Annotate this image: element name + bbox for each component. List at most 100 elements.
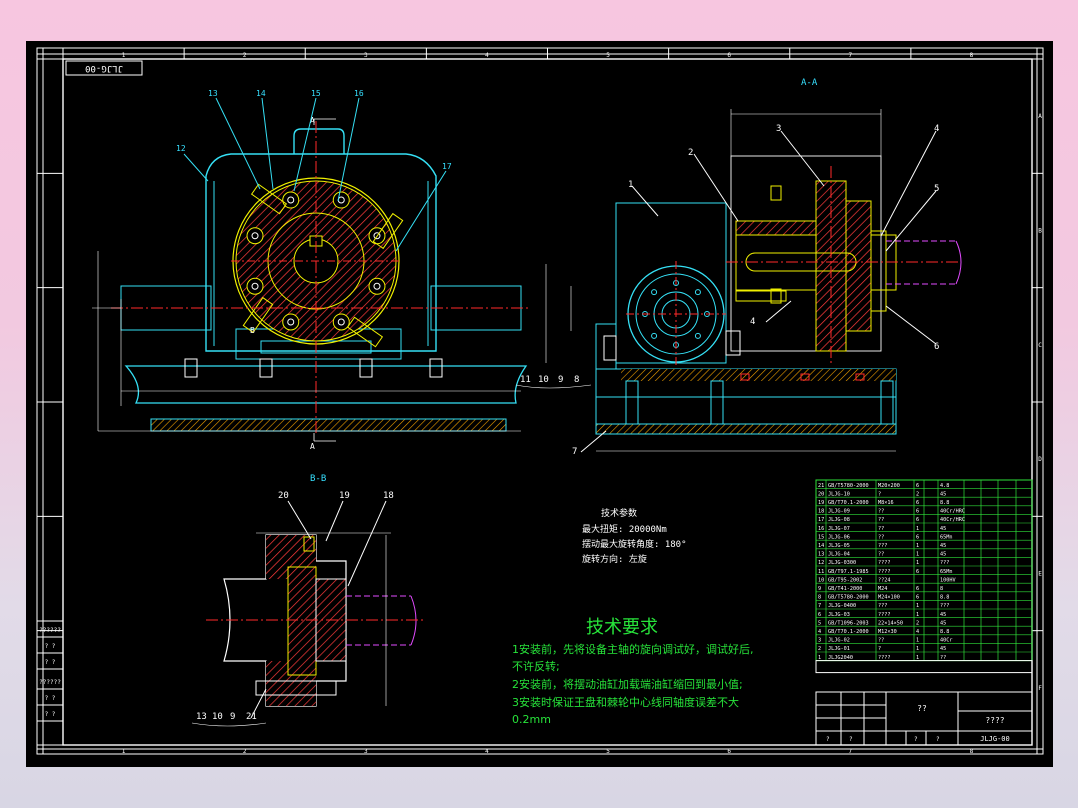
tech-req-3: 2安装前，将摆动油缸加载端油缸缩回到最小值; [512,677,743,691]
bom-cell: ??? [940,560,949,566]
callout-side-11: 11 [520,375,531,385]
callout-bb-18: 18 [383,491,394,501]
bom-cell: 15 [818,534,824,540]
title-mark-2: ? [849,736,853,743]
drawing-viewport[interactable]: 1122334455667788ABCDEF JLJG-00 ?????? ? … [26,41,1053,767]
bom-cell: ?? [878,552,884,558]
bom-cell: 9 [818,586,821,592]
callout-15: 15 [311,89,321,98]
zone-right-C: C [1038,342,1042,349]
title-material: ???? [985,716,1004,725]
bom-cell: 6 [818,612,821,618]
zone-bottom-2: 2 [243,748,247,755]
tech-req-5: 0.2mm [512,713,551,726]
zone-bottom-1: 1 [122,748,126,755]
bom-cell: 1 [916,543,919,549]
callout-bb-13: 13 [196,712,207,722]
tech-requirements: 技术要求 1安装前，先将设备主轴的旋向调试好，调试好后, 不许反转; 2安装前，… [512,617,754,726]
bom-cell: 1 [916,526,919,532]
bom-cell: 18 [818,509,824,515]
bom-cell: 3 [818,638,821,644]
callout-side-6: 6 [934,342,939,352]
bom-cell: 11 [818,569,824,575]
zone-top-2: 2 [243,52,247,59]
bom-cell: 2 [916,491,919,497]
bom-cell: 1 [916,603,919,609]
bom-cell: 6 [916,595,919,601]
bom-cell: GB/T70.1-2000 [828,629,869,635]
bom-cell: M24 [878,586,887,592]
view-aa-label: A-A [801,78,818,88]
title-drawing-no: JLJG-00 [980,735,1010,743]
side-view: A-A [545,78,962,452]
zone-right-D: D [1038,456,1042,463]
tech-param-2: 摆动最大旋转角度: 180° [582,538,687,550]
bom-cell: 1 [818,655,821,661]
title-block: ?? ???? JLJG-00 ? ? ? ? [815,691,1033,746]
bom-cell: JLJG-10 [828,491,850,497]
zone-top-8: 8 [970,52,974,59]
bom-cell: 4 [818,629,821,635]
bom-cell: 12 [818,560,824,566]
bom-cell: 40Cr/HRC [940,509,965,515]
callout-b: B [250,326,255,335]
callout-side-1: 1 [628,180,633,190]
callout-side-4: 4 [934,124,939,134]
zone-bottom-5: 5 [606,748,610,755]
bom-cell: 17 [818,517,824,523]
bom-cell: 6 [916,569,919,575]
zone-top-7: 7 [849,52,853,59]
bom-cell: 4.8 [940,483,949,489]
tech-param-1: 最大扭矩: 20000Nm [582,523,667,535]
tech-param-3: 旋转方向: 左旋 [582,553,647,565]
bom-cell: ?? [878,534,884,540]
zone-right-A: A [1038,113,1042,120]
strip-text-6: ? ? [45,711,56,718]
callout-side-3: 3 [776,124,781,134]
bom-cell: 65Mn [940,534,953,540]
bom-cell: M8×16 [878,500,894,506]
bom-cell: JLJG-01 [828,646,850,652]
bom-cell: 45 [940,620,946,626]
bom-table: 21 GB/T5780-2000 M20×200 6 4.820 JLJG-10? 2 451… [815,479,1033,674]
bom-cell: 6 [916,517,919,523]
bom-cell: 40Cr/HRC [940,517,965,523]
bom-cell: 6 [916,534,919,540]
callout-13: 13 [208,89,218,98]
bolt-hole [246,277,264,295]
bolt-hole [332,191,350,209]
bom-cell: 6 [916,586,919,592]
bom-cell: M20×200 [878,483,900,489]
bom-cell: 45 [940,552,946,558]
bolt-hole [368,277,386,295]
callout-side-2: 2 [688,148,693,158]
bom-cell: JLJG-06 [828,534,850,540]
bom-cell: ? [878,491,881,497]
bolt-hole [282,313,300,331]
bom-cell: 20 [818,491,824,497]
zone-bottom-3: 3 [364,748,368,755]
callout-bb-19: 19 [339,491,350,501]
callout-side-9: 9 [558,375,563,385]
callout-bb-20: 20 [278,491,289,501]
bom-cell: ??? [878,603,887,609]
callout-side-5: 5 [934,184,939,194]
strip-text-5: ? ? [45,695,56,702]
callout-14: 14 [256,89,266,98]
bom-cell: ?? [878,526,884,532]
zone-top-3: 3 [364,52,368,59]
callout-17: 17 [442,162,452,171]
bom-cell: 2 [916,620,919,626]
section-bb: B-B 20 19 18 13 10 9 21 [191,474,426,727]
bom-cell: 45 [940,543,946,549]
bom-cell: 2 [818,646,821,652]
strip-text-4: ?????? [39,679,61,686]
zone-bottom-6: 6 [727,748,731,755]
bom-cell: 8 [940,586,943,592]
bom-cell: GB/T95-2002 [828,577,862,583]
callout-bb-10: 10 [212,712,223,722]
bom-cell: 1 [916,646,919,652]
callout-12: 12 [176,144,186,153]
title-mark-3: ? [914,736,918,743]
bom-cell: M24×100 [878,595,900,601]
